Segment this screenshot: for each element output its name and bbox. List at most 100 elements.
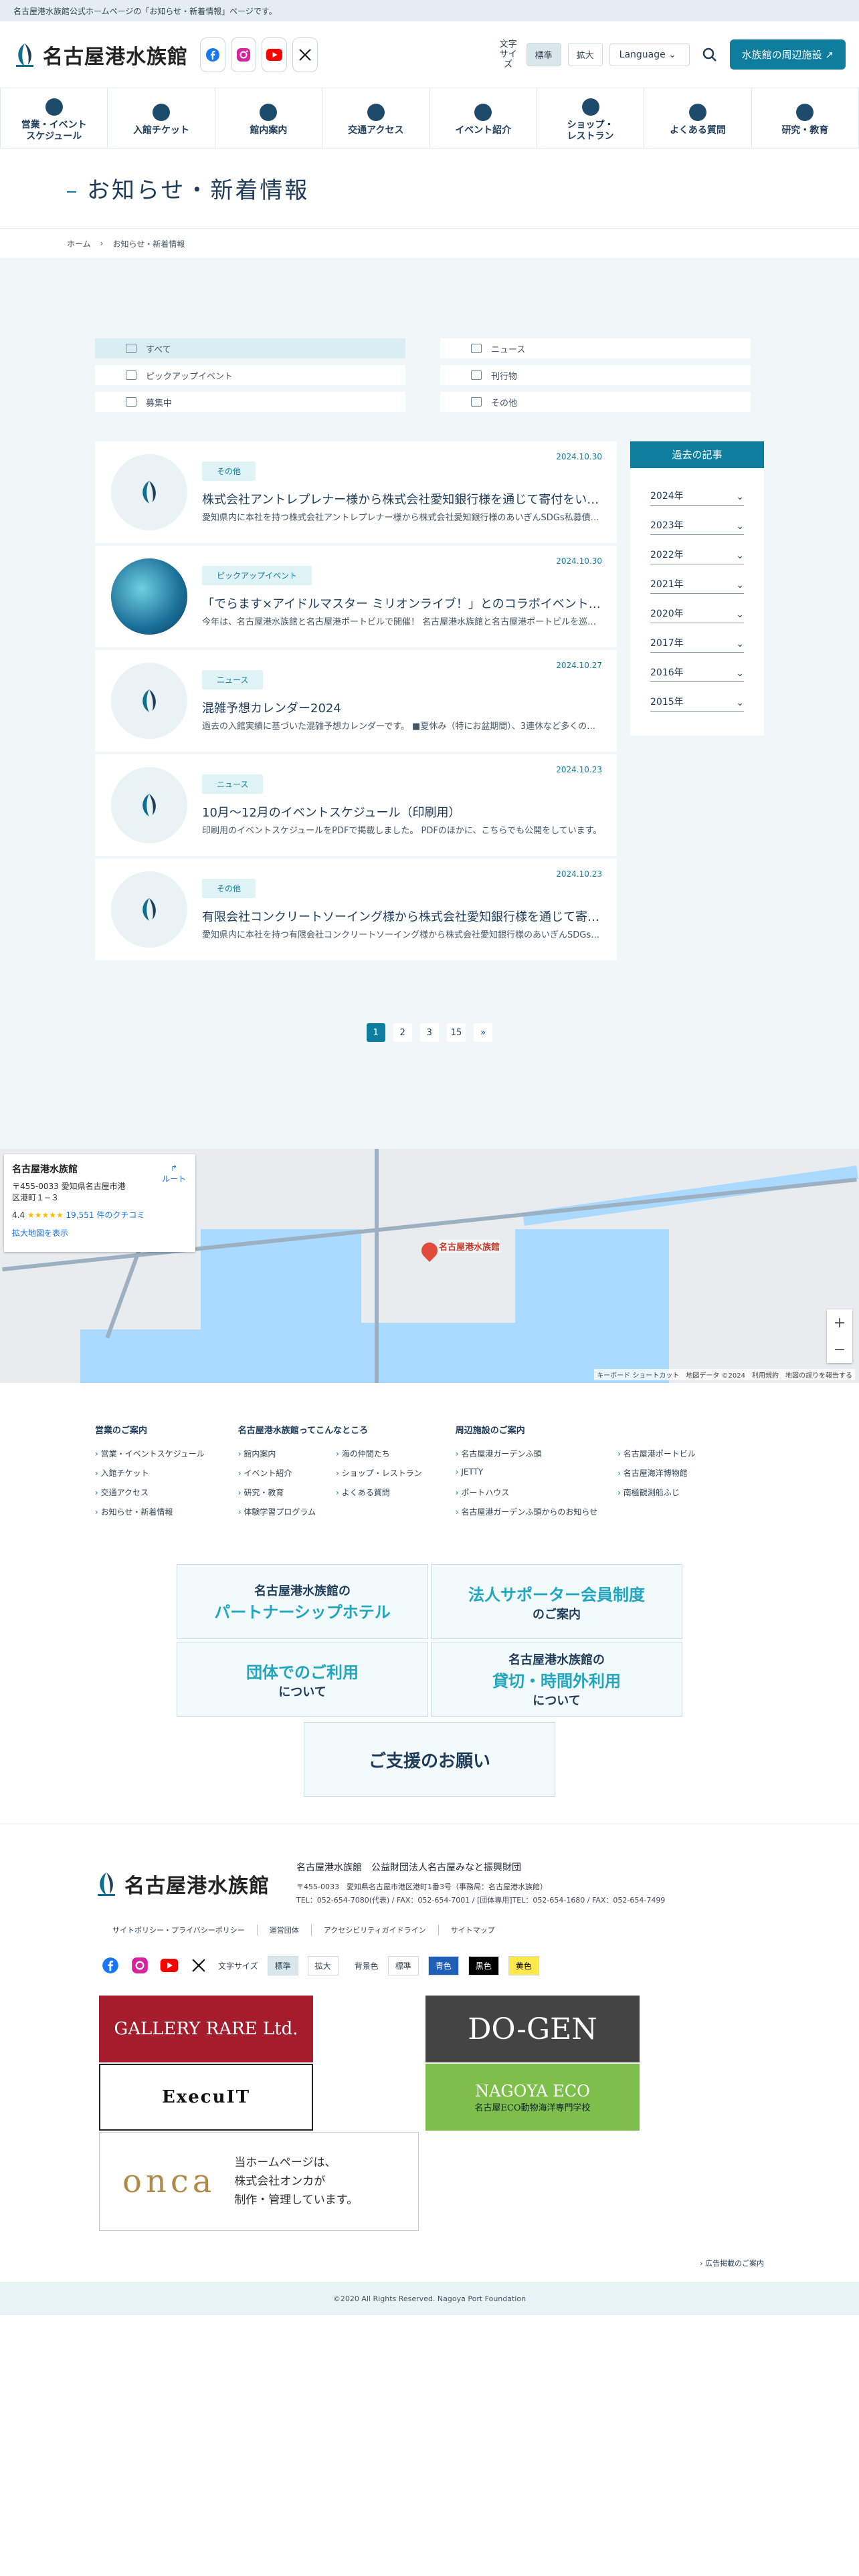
nav-item[interactable]: 研究・教育: [752, 88, 859, 148]
footer-link[interactable]: サイトマップ: [438, 1925, 507, 1935]
instagram-icon[interactable]: [231, 37, 256, 72]
nav-item[interactable]: イベント紹介: [430, 88, 537, 148]
archive-year-select[interactable]: 2017年 ⌄: [650, 623, 744, 653]
nav-item[interactable]: 入館チケット: [108, 88, 215, 148]
nav-item[interactable]: 営業・イベント スケジュール: [0, 88, 108, 148]
footer-link[interactable]: アクセシビリティガイドライン: [310, 1925, 438, 1935]
nav-item[interactable]: よくある質問: [644, 88, 752, 148]
nearby-facilities-button[interactable]: 水族館の周辺施設 ↗: [729, 39, 846, 70]
footer-nav-link[interactable]: 名古屋港ガーデンふ頭: [456, 1448, 597, 1459]
bg-standard-button[interactable]: 標準: [387, 1955, 419, 1975]
breadcrumb-home[interactable]: ホーム: [67, 238, 91, 249]
x-icon[interactable]: [189, 1955, 209, 1975]
footer-nav-link[interactable]: 名古屋港ポートビル: [617, 1448, 696, 1459]
page-link[interactable]: 1: [366, 1023, 385, 1042]
logo-text: 名古屋港水族館: [43, 45, 188, 69]
nav-item[interactable]: 館内案内: [215, 88, 323, 148]
page-link[interactable]: 2: [393, 1023, 412, 1042]
x-icon[interactable]: [292, 37, 318, 72]
footer-nav-link[interactable]: ショップ・レストラン: [336, 1467, 422, 1479]
facebook-icon[interactable]: [100, 1955, 120, 1975]
archive-year-select[interactable]: 2020年 ⌄: [650, 594, 744, 623]
google-map[interactable]: 名古屋港水族館 名古屋港水族館 〒455-0033 愛知県名古屋市港区港町１−３…: [0, 1149, 859, 1383]
news-title[interactable]: 混雑予想カレンダー2024: [202, 699, 603, 716]
page-title: お知らせ・新着情報: [67, 172, 309, 205]
news-card[interactable]: その他株式会社アントレプレナー様から株式会社愛知銀行様を通じて寄付をいただきまし…: [95, 441, 617, 543]
news-card[interactable]: ニュース 10月～12月のイベントスケジュール（印刷用） 印刷用のイベントスケジュー…: [95, 754, 617, 856]
footer-nav-link[interactable]: 海の仲間たち: [336, 1448, 422, 1459]
footer-nav-link[interactable]: 体験学習プログラム: [238, 1506, 316, 1517]
promo-banner[interactable]: 団体でのご利用 について: [177, 1642, 428, 1717]
news-title[interactable]: 株式会社アントレプレナー様から株式会社愛知銀行様を通じて寄付をいただきました: [202, 490, 603, 508]
nav-item[interactable]: ショップ・ レストラン: [537, 88, 645, 148]
footer-nav-link[interactable]: 名古屋海洋博物館: [617, 1467, 696, 1479]
category-filter-item[interactable]: すべて: [95, 338, 405, 358]
youtube-icon[interactable]: [262, 37, 287, 72]
ad-info-link[interactable]: › 広告掲載のご案内: [0, 2231, 859, 2282]
facebook-icon[interactable]: [200, 37, 225, 72]
youtube-icon[interactable]: [159, 1955, 179, 1975]
category-filter-item[interactable]: 刊行物: [440, 365, 751, 385]
instagram-icon[interactable]: [130, 1955, 150, 1975]
promo-banner[interactable]: 名古屋港水族館の パートナーシップホテル: [177, 1564, 428, 1639]
font-large-button[interactable]: 拡大: [567, 43, 603, 66]
map-route-button[interactable]: ↱ ルート: [162, 1164, 186, 1184]
category-filter-item[interactable]: ピックアップイベント: [95, 365, 405, 385]
news-card[interactable]: ニュース 混雑予想カレンダー2024 過去の入館実績に基づいた混雑予想カレンダーです…: [95, 650, 617, 752]
archive-year-select[interactable]: 2016年 ⌄: [650, 653, 744, 682]
footer-nav-link[interactable]: イベント紹介: [238, 1467, 316, 1479]
category-filter-item[interactable]: その他: [440, 392, 751, 412]
archive-year-select[interactable]: 2021年 ⌄: [650, 564, 744, 594]
zoom-in-button[interactable]: +: [834, 1315, 846, 1331]
footer-nav-link[interactable]: 館内案内: [238, 1448, 316, 1459]
nav-item[interactable]: 交通アクセス: [322, 88, 430, 148]
ad-execuit[interactable]: ExecuIT: [99, 2064, 313, 2131]
page-link[interactable]: 15: [446, 1023, 466, 1042]
news-title[interactable]: 「でらます×アイドルマスター ミリオンライブ！」とのコラボイベントを開催します: [202, 595, 603, 612]
font-standard-button[interactable]: 標準: [526, 43, 561, 66]
news-title[interactable]: 有限会社コンクリートソーイング様から株式会社愛知銀行様を通じて寄付をいただきまし…: [202, 907, 603, 925]
zoom-out-button[interactable]: −: [834, 1341, 846, 1358]
footer-nav-link[interactable]: JETTY: [456, 1467, 597, 1479]
footer-nav-link[interactable]: 営業・イベントスケジュール: [95, 1448, 205, 1459]
footer-nav-link[interactable]: 入館チケット: [95, 1467, 205, 1479]
footer-nav-link[interactable]: ポートハウス: [456, 1487, 597, 1498]
footer-nav-link[interactable]: 研究・教育: [238, 1487, 316, 1498]
footer-nav-link[interactable]: 交通アクセス: [95, 1487, 205, 1498]
bg-yellow-button[interactable]: 黄色: [508, 1955, 539, 1975]
news-title[interactable]: 10月～12月のイベントスケジュール（印刷用）: [202, 803, 601, 821]
ad-onca[interactable]: onca 当ホームページは、 株式会社オンカが 制作・管理しています。: [99, 2132, 419, 2231]
search-icon[interactable]: [696, 47, 723, 62]
map-larger-link[interactable]: 拡大地図を表示: [12, 1227, 187, 1239]
category-filter-item[interactable]: ニュース: [440, 338, 751, 358]
page-link[interactable]: »: [474, 1023, 493, 1042]
news-card[interactable]: その他有限会社コンクリートソーイング様から株式会社愛知銀行様を通じて寄付をいただ…: [95, 859, 617, 960]
map-reviews[interactable]: 19,551 件のクチコミ: [66, 1210, 145, 1220]
footer-nav-link[interactable]: よくある質問: [336, 1487, 422, 1498]
bg-blue-button[interactable]: 青色: [427, 1955, 459, 1975]
archive-year-select[interactable]: 2023年 ⌄: [650, 506, 744, 535]
footer-link[interactable]: サイトポリシー・プライバシーポリシー: [100, 1925, 257, 1935]
ad-dogen[interactable]: DO-GEN: [425, 1996, 640, 2062]
archive-year-select[interactable]: 2015年 ⌄: [650, 682, 744, 712]
ad-eco[interactable]: NAGOYA ECO 名古屋ECO動物海洋専門学校: [425, 2064, 640, 2131]
footer-font-standard[interactable]: 標準: [267, 1955, 298, 1975]
promo-banner[interactable]: 名古屋港水族館の 貸切・時間外利用 について: [431, 1642, 682, 1717]
promo-banner[interactable]: 法人サポーター会員制度 のご案内: [431, 1564, 682, 1639]
footer-font-large[interactable]: 拡大: [307, 1955, 339, 1975]
site-logo[interactable]: 名古屋港水族館: [13, 40, 188, 70]
archive-year-select[interactable]: 2024年 ⌄: [650, 476, 744, 506]
footer-nav-link[interactable]: 南極観測船ふじ: [617, 1487, 696, 1498]
promo-banner[interactable]: ご支援のお願い: [304, 1722, 555, 1797]
archive-year-select[interactable]: 2022年 ⌄: [650, 535, 744, 564]
footer-nav-link[interactable]: 名古屋港ガーデンふ頭からのお知らせ: [456, 1506, 597, 1517]
category-filter-item[interactable]: 募集中: [95, 392, 405, 412]
footer-nav-link[interactable]: お知らせ・新着情報: [95, 1506, 205, 1517]
ad-gallery-rare[interactable]: GALLERY RARE Ltd.: [99, 1996, 313, 2062]
footer-link[interactable]: 運営団体: [256, 1925, 311, 1935]
news-card[interactable]: ピックアップイベント 「でらます×アイドルマスター ミリオンライブ！」とのコラボイ…: [95, 546, 617, 647]
page-link[interactable]: 3: [419, 1023, 439, 1042]
bg-black-button[interactable]: 黒色: [468, 1955, 499, 1975]
footer-logo[interactable]: 名古屋港水族館: [95, 1860, 270, 1907]
language-select[interactable]: Language ⌄: [609, 43, 690, 66]
